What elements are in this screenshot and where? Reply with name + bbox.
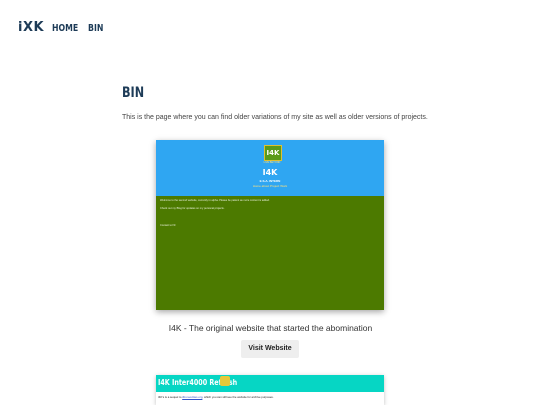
preview-text-line: I4K's is a sequel to i4k.neocities.org, … bbox=[158, 395, 274, 399]
preview-text-end: , which you can still see the website fo… bbox=[202, 395, 274, 399]
preview-link: i4k.neocities.org bbox=[182, 395, 203, 399]
top-nav: iXK HOME BIN bbox=[18, 20, 103, 36]
preview-logo-caption: LIVE BEYOND bbox=[263, 161, 281, 164]
preview-emoji-icon bbox=[220, 376, 230, 386]
visit-website-button[interactable]: Visit Website bbox=[241, 340, 299, 358]
preview-text-start: I4K's is a sequel to bbox=[158, 395, 183, 399]
preview-title: I4K bbox=[262, 168, 278, 177]
preview-body bbox=[156, 196, 384, 310]
preview-text-line: Check out my Blog for updates on my pers… bbox=[160, 207, 225, 210]
project-preview-image: I4K Inter4000 Refresh I4K's is a sequel … bbox=[156, 375, 384, 405]
preview-subtitle: E.S.A. INTERN bbox=[259, 179, 281, 183]
preview-logo-icon: I4K bbox=[264, 145, 282, 161]
site-logo-text: iXK bbox=[18, 20, 45, 35]
preview-text-line: Contact to f4l bbox=[160, 224, 176, 227]
nav-link-home[interactable]: HOME bbox=[52, 23, 78, 34]
page-intro: This is the page where you can find olde… bbox=[122, 114, 428, 121]
project-caption: I4K - The original website that started … bbox=[168, 323, 373, 333]
site-logo[interactable]: iXK bbox=[18, 20, 44, 36]
page-title: BIN bbox=[122, 85, 145, 101]
nav-link-bin[interactable]: BIN bbox=[88, 23, 103, 34]
preview-text-line: Welcome to the second website, currently… bbox=[160, 199, 270, 202]
preview-subtitle-links: Home about Project Work bbox=[252, 184, 288, 188]
project-preview-image: I4K LIVE BEYOND I4K E.S.A. INTERN Home a… bbox=[156, 140, 384, 310]
